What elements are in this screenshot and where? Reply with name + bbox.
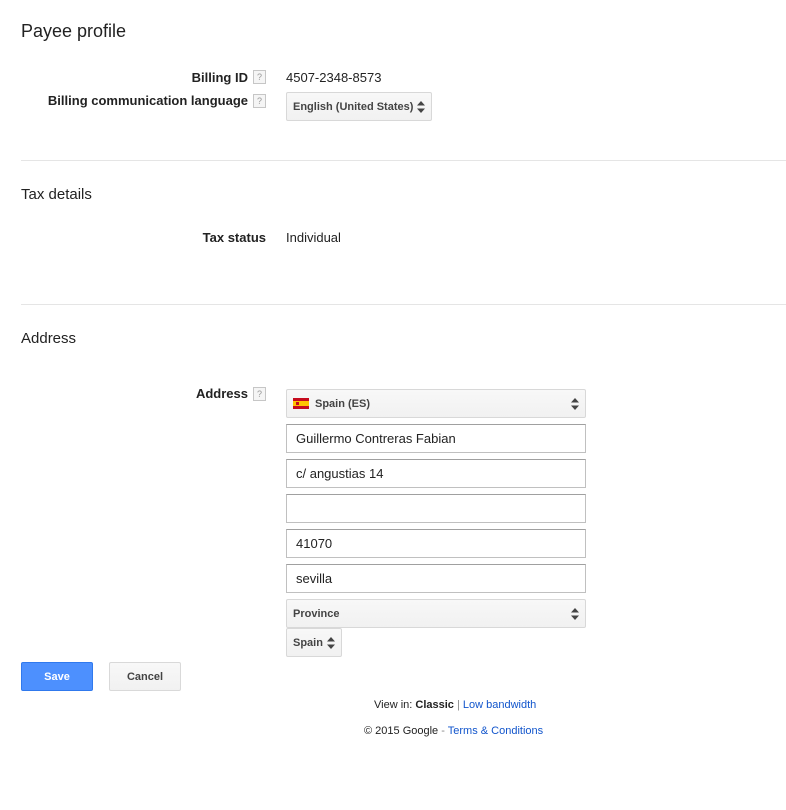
address-label: Address xyxy=(195,386,248,401)
billing-id-value: 4507-2348-8573 xyxy=(286,70,382,85)
help-icon[interactable]: ? xyxy=(253,387,266,401)
address-title: Address xyxy=(21,330,77,347)
postal-code-input[interactable]: 41070 xyxy=(286,529,586,558)
cancel-button[interactable]: Cancel xyxy=(109,662,181,691)
country-value: Spain (ES) xyxy=(315,397,371,410)
page-title: Payee profile xyxy=(21,21,127,41)
province-select[interactable]: Province xyxy=(286,599,586,628)
name-input[interactable]: Guillermo Contreras Fabian xyxy=(286,424,586,453)
billing-language-label-text: Billing communication language xyxy=(47,93,248,108)
province-value: Province xyxy=(293,607,340,620)
country-small-select[interactable]: Spain xyxy=(286,628,342,657)
billing-id-label-text: Billing ID xyxy=(191,70,248,85)
select-arrows-icon xyxy=(417,100,425,113)
billing-language-select[interactable]: English (United States) xyxy=(286,92,432,121)
section-divider xyxy=(21,160,786,161)
tax-status-value: Individual xyxy=(286,230,341,245)
select-arrows-icon xyxy=(327,636,335,649)
billing-language-value: English (United States) xyxy=(293,100,414,113)
classic-view-current: Classic xyxy=(415,699,454,711)
country-small-value: Spain xyxy=(293,636,323,649)
view-in-label: View in: xyxy=(374,699,413,711)
country-select[interactable]: Spain (ES) xyxy=(286,389,586,418)
help-icon[interactable]: ? xyxy=(253,70,266,84)
select-arrows-icon xyxy=(571,397,579,410)
address-line2-input[interactable] xyxy=(286,494,586,523)
address-line1-input[interactable]: c/ angustias 14 xyxy=(286,459,586,488)
select-arrows-icon xyxy=(571,607,579,620)
section-divider xyxy=(21,304,786,305)
copyright-bar: © 2015 Google - Terms & Conditions xyxy=(364,725,543,737)
footer-dash: - xyxy=(441,725,445,737)
tax-details-title: Tax details xyxy=(21,186,92,203)
tax-status-label: Tax status xyxy=(202,230,266,245)
help-icon[interactable]: ? xyxy=(253,94,266,108)
billing-id-label: Billing ID xyxy=(192,70,248,85)
city-input[interactable]: sevilla xyxy=(286,564,586,593)
terms-link[interactable]: Terms & Conditions xyxy=(448,725,543,737)
view-in-bar: View in: Classic | Low bandwidth xyxy=(374,699,536,711)
copyright-text: © 2015 Google xyxy=(364,725,439,737)
spain-flag-icon xyxy=(293,398,309,409)
billing-language-label: Billing communication language xyxy=(48,93,248,108)
footer-separator: | xyxy=(456,699,460,711)
low-bandwidth-link[interactable]: Low bandwidth xyxy=(463,699,536,711)
save-button[interactable]: Save xyxy=(21,662,93,691)
